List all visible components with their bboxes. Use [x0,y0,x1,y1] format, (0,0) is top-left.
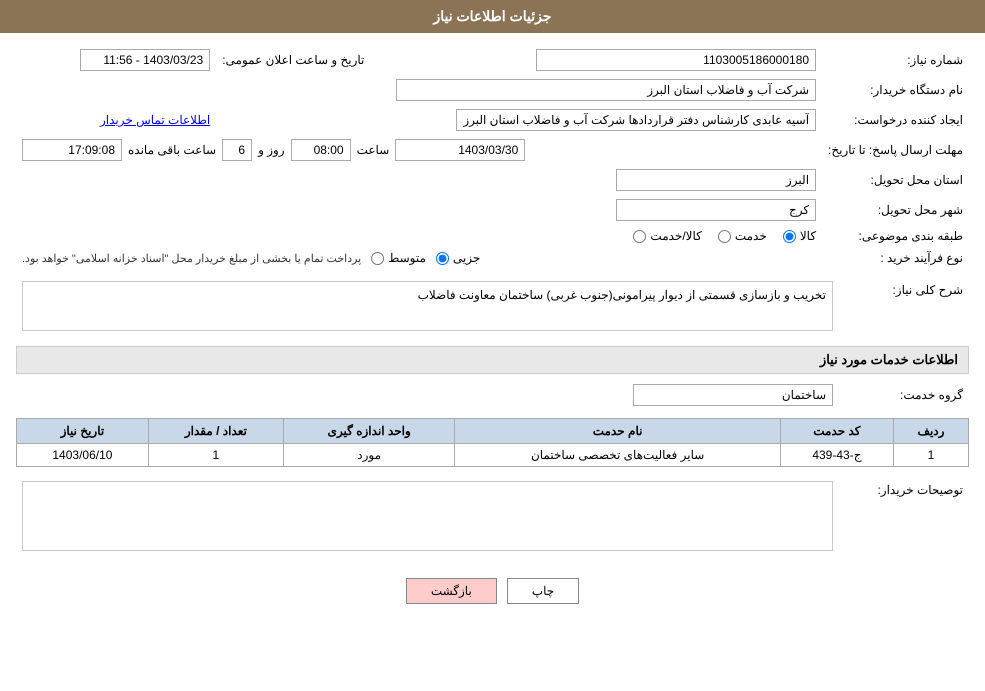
org-name-cell [16,75,822,105]
footer-buttons: چاپ بازگشت [16,566,969,616]
radio-motawaset: متوسط [371,251,426,265]
radio-jozvi: جزیی [436,251,480,265]
col-code: کد حدمت [780,419,893,444]
province-input[interactable] [616,169,816,191]
main-content: شماره نیاز: تاریخ و ساعت اعلان عمومی: نا… [0,33,985,628]
buyer-desc-cell [16,477,839,558]
col-name: نام حدمت [455,419,780,444]
need-number-label: شماره نیاز: [822,45,969,75]
org-name-label: نام دستگاه خریدار: [822,75,969,105]
need-number-cell [410,45,822,75]
row-province: استان محل تحویل: [16,165,969,195]
service-group-cell [16,380,839,410]
deadline-remaining-input[interactable] [22,139,122,161]
service-group-input[interactable] [633,384,833,406]
deadline-day-input[interactable] [222,139,252,161]
purchase-type-label: نوع فرآیند خرید : [822,247,969,269]
cell-unit: مورد [283,444,454,467]
org-name-input[interactable] [396,79,816,101]
province-cell [16,165,822,195]
need-desc-label: شرح کلی نیاز: [839,277,969,338]
province-label: استان محل تحویل: [822,165,969,195]
deadline-time-input[interactable] [291,139,351,161]
deadline-time-label: ساعت [357,143,390,157]
category-label: طبقه بندی موضوعی: [822,225,969,247]
info-table: شماره نیاز: تاریخ و ساعت اعلان عمومی: نا… [16,45,969,269]
category-kala-label: کالا [800,229,816,243]
row-org-name: نام دستگاه خریدار: [16,75,969,105]
creator-cell [216,105,822,135]
purchase-jozvi-label: جزیی [453,251,480,265]
city-cell [16,195,822,225]
row-need-number: شماره نیاز: تاریخ و ساعت اعلان عمومی: [16,45,969,75]
need-desc-table: شرح کلی نیاز: [16,277,969,338]
city-input[interactable] [616,199,816,221]
services-table: ردیف کد حدمت نام حدمت واحد اندازه گیری ت… [16,418,969,467]
radio-kala: کالا [783,229,816,243]
table-row: 1ج-43-439سایر فعالیت‌های تخصصی ساختمانمو… [17,444,969,467]
row-creator: ایجاد کننده درخواست: اطلاعات تماس خریدار [16,105,969,135]
service-group-row: گروه خدمت: [16,380,969,410]
creator-label: ایجاد کننده درخواست: [822,105,969,135]
announce-input[interactable] [80,49,210,71]
deadline-remaining-label: ساعت باقی مانده [128,143,216,157]
cell-count: 1 [148,444,283,467]
purchase-type-cell: پرداخت تمام یا بخشی از مبلغ خریدار محل "… [16,247,822,269]
row-city: شهر محل تحویل: [16,195,969,225]
row-deadline: مهلت ارسال پاسخ: تا تاریخ: ساعت باقی مان… [16,135,969,165]
deadline-day-label: روز و [258,143,285,157]
page-title: جزئیات اطلاعات نیاز [433,8,551,24]
need-desc-textarea[interactable] [22,281,833,331]
purchase-note: پرداخت تمام یا بخشی از مبلغ خریدار محل "… [22,252,361,265]
services-section-header: اطلاعات خدمات مورد نیاز [16,346,969,374]
cell-code: ج-43-439 [780,444,893,467]
page-wrapper: جزئیات اطلاعات نیاز شماره نیاز: تاریخ و … [0,0,985,691]
buyer-desc-textarea[interactable] [22,481,833,551]
category-cell: کالا/خدمت خدمت کالا [16,225,822,247]
back-button[interactable]: بازگشت [406,578,497,604]
purchase-motawaset-label: متوسط [388,251,426,265]
radio-kala-khadamat-input[interactable] [633,230,646,243]
cell-date: 1403/06/10 [17,444,149,467]
need-number-input[interactable] [536,49,816,71]
contact-link-cell: اطلاعات تماس خریدار [16,105,216,135]
deadline-label: مهلت ارسال پاسخ: تا تاریخ: [822,135,969,165]
category-khadamat-label: خدمت [735,229,767,243]
deadline-cell: ساعت باقی مانده روز و ساعت [16,135,822,165]
print-button[interactable]: چاپ [507,578,579,604]
announce-label: تاریخ و ساعت اعلان عمومی: [216,45,370,75]
buyer-desc-row: توصیحات خریدار: [16,477,969,558]
service-group-label: گروه خدمت: [839,380,969,410]
deadline-date-input[interactable] [395,139,525,161]
buyer-desc-label: توصیحات خریدار: [839,477,969,558]
col-row: ردیف [893,419,968,444]
col-date: تاریخ نیاز [17,419,149,444]
announce-cell [16,45,216,75]
need-desc-row: شرح کلی نیاز: [16,277,969,338]
buyer-desc-table: توصیحات خریدار: [16,477,969,558]
services-table-header: ردیف کد حدمت نام حدمت واحد اندازه گیری ت… [17,419,969,444]
need-desc-cell [16,277,839,338]
city-label: شهر محل تحویل: [822,195,969,225]
radio-kala-input[interactable] [783,230,796,243]
page-header: جزئیات اطلاعات نیاز [0,0,985,33]
cell-name: سایر فعالیت‌های تخصصی ساختمان [455,444,780,467]
radio-khadamat: خدمت [718,229,767,243]
row-category: طبقه بندی موضوعی: کالا/خدمت خدمت کالا [16,225,969,247]
row-purchase-type: نوع فرآیند خرید : پرداخت تمام یا بخشی از… [16,247,969,269]
radio-kala-khadamat: کالا/خدمت [633,229,701,243]
category-kala-khadamat-label: کالا/خدمت [650,229,701,243]
col-unit: واحد اندازه گیری [283,419,454,444]
radio-jozvi-input[interactable] [436,252,449,265]
contact-link[interactable]: اطلاعات تماس خریدار [100,113,210,127]
col-count: تعداد / مقدار [148,419,283,444]
radio-khadamat-input[interactable] [718,230,731,243]
service-group-table: گروه خدمت: [16,380,969,410]
radio-motawaset-input[interactable] [371,252,384,265]
cell-row: 1 [893,444,968,467]
creator-input[interactable] [456,109,816,131]
